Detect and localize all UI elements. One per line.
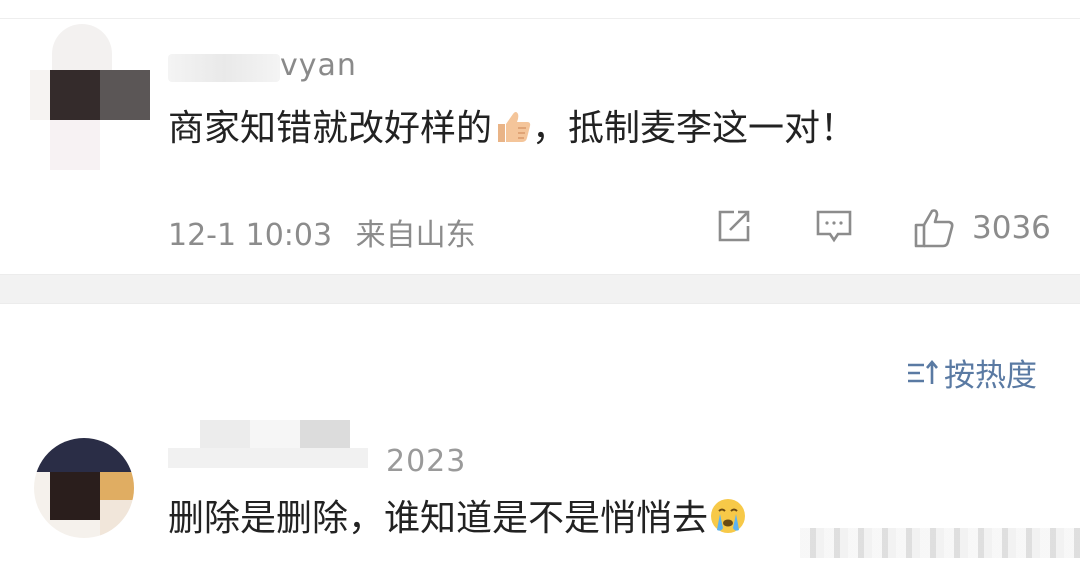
comment-meta: 12-1 10:03 来自山东 (168, 210, 490, 254)
comment-text: 商家知错就改好样的 ，抵制麦李这一对！ (168, 108, 857, 149)
username-redacted (168, 54, 280, 82)
comment-icon (816, 210, 852, 243)
share-icon (718, 210, 750, 242)
comment-button[interactable] (814, 206, 854, 246)
sort-by-hot-button[interactable]: 按热度 (906, 350, 1037, 395)
avatar[interactable] (30, 24, 150, 174)
thumbs-up-outline-icon (914, 209, 954, 248)
timestamp: 12-1 10:03 (168, 218, 333, 253)
avatar[interactable] (34, 438, 134, 538)
comment-text: 删除是删除，谁知道是不是悄悄去 (168, 494, 748, 544)
share-button[interactable] (714, 206, 754, 246)
top-divider (0, 0, 1080, 19)
redacted-area (800, 528, 1080, 558)
section-separator (0, 274, 1080, 304)
like-button[interactable]: 3036 (912, 206, 1051, 250)
username[interactable]: vyan (280, 48, 357, 83)
thumbs-up-icon (498, 112, 531, 142)
location: 来自山东 (355, 218, 476, 253)
sort-label: 按热度 (944, 358, 1037, 394)
like-count: 3036 (972, 210, 1051, 246)
username[interactable]: 2023 (168, 444, 466, 479)
crying-face-icon (711, 499, 746, 533)
sort-icon (908, 359, 938, 384)
